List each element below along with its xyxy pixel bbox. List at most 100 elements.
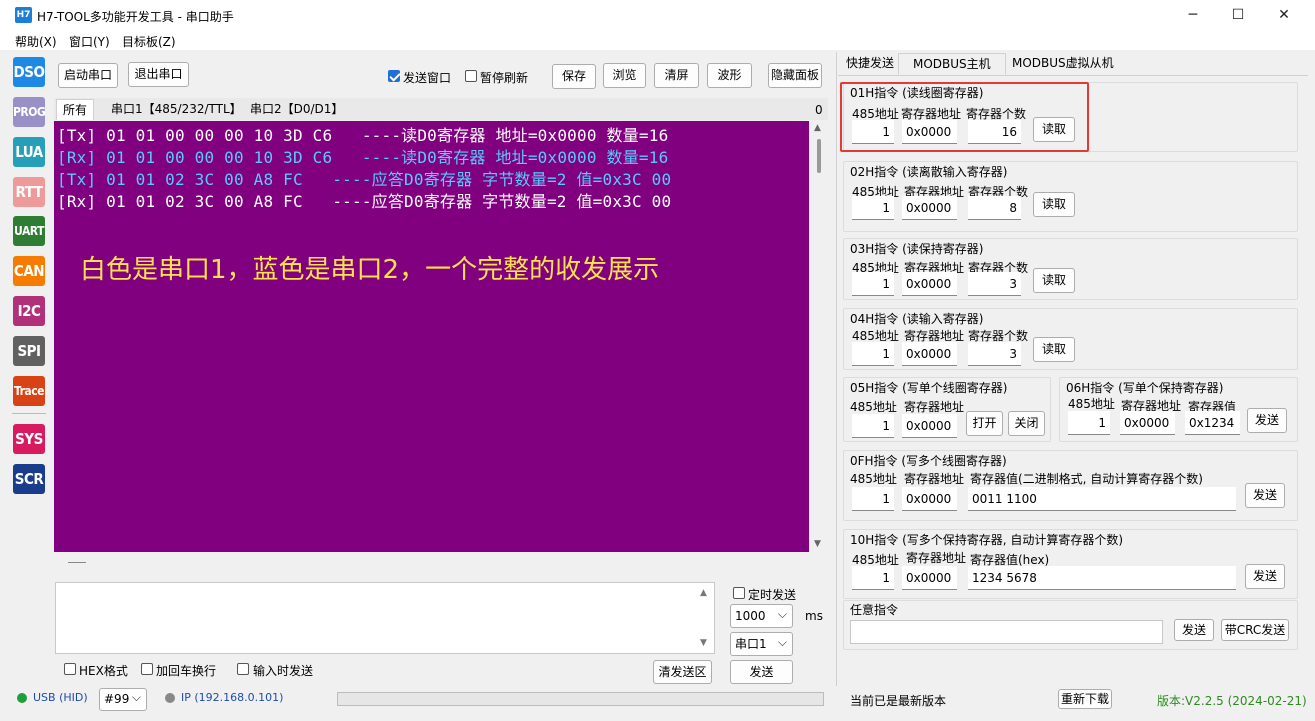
input-10h-reg[interactable]: 0x0000: [902, 566, 957, 590]
tab-port2[interactable]: 串口2【D0/D1】: [244, 99, 349, 120]
tool-uart-button[interactable]: UART: [13, 216, 45, 246]
input-05h-reg[interactable]: 0x0000: [902, 414, 957, 438]
label-reg-addr: 寄存器地址: [904, 472, 965, 486]
menu-window[interactable]: 窗口(Y): [69, 33, 110, 50]
input-06h-addr[interactable]: 1: [1068, 411, 1110, 435]
save-button[interactable]: 保存: [552, 64, 596, 89]
redownload-button[interactable]: 重新下载: [1058, 689, 1112, 709]
clear-screen-button[interactable]: 清屏: [654, 63, 699, 88]
terminal-hscrollbar[interactable]: [54, 552, 828, 572]
progress-bar: [337, 692, 824, 706]
send-button[interactable]: 发送: [730, 660, 793, 684]
tab-modbus-slave[interactable]: MODBUS虚拟从机: [1006, 53, 1120, 75]
terminal-line: [Tx] 01 01 02 3C 00 A8 FC ----应答D0寄存器 字节…: [57, 170, 672, 189]
label-485-addr: 485地址: [850, 400, 897, 414]
terminal-vscrollbar[interactable]: ▲ ▼: [810, 121, 828, 552]
send-any-button[interactable]: 发送: [1174, 619, 1214, 641]
send-10h-button[interactable]: 发送: [1245, 564, 1285, 589]
input-02h-addr[interactable]: 1: [852, 196, 894, 220]
send-on-input-label: 输入时发送: [253, 664, 314, 678]
tool-rtt-button[interactable]: RTT: [13, 177, 45, 207]
minimize-button[interactable]: ─: [1170, 0, 1216, 30]
input-02h-reg[interactable]: 0x0000: [902, 196, 957, 220]
group-05h-title: 05H指令 (写单个线圈寄存器): [850, 381, 1008, 395]
send-window-label: 发送窗口: [403, 71, 452, 85]
tool-sys-button[interactable]: SYS: [13, 424, 45, 454]
tool-scr-button[interactable]: SCR: [13, 464, 45, 494]
input-10h-addr[interactable]: 1: [852, 566, 894, 590]
read-04h-button[interactable]: 读取: [1033, 337, 1075, 362]
interval-select[interactable]: 1000: [730, 603, 793, 628]
input-10h-value[interactable]: 1234 5678: [968, 566, 1236, 590]
browse-button[interactable]: 浏览: [603, 63, 646, 88]
tool-dso-button[interactable]: DSO: [13, 57, 45, 87]
input-any-command[interactable]: [850, 620, 1163, 644]
send-scroll-down-icon[interactable]: ▼: [700, 638, 707, 648]
scroll-down-icon[interactable]: ▼: [814, 539, 821, 549]
tool-i2c-button[interactable]: I2C: [13, 296, 45, 326]
coil-close-button[interactable]: 关闭: [1008, 411, 1045, 436]
scroll-thumb[interactable]: [817, 139, 821, 173]
read-02h-button[interactable]: 读取: [1033, 192, 1075, 217]
highlight-box: [840, 82, 1089, 152]
terminal-output[interactable]: [Tx] 01 01 00 00 00 10 3D C6 ----读D0寄存器 …: [54, 121, 809, 552]
tab-port1[interactable]: 串口1【485/232/TTL】: [105, 99, 248, 120]
send-on-input-checkbox[interactable]: [237, 663, 249, 675]
send-window-checkbox[interactable]: [388, 70, 400, 82]
hex-format-checkbox[interactable]: [64, 663, 76, 675]
device-select[interactable]: #99: [99, 687, 147, 711]
send-0fh-button[interactable]: 发送: [1245, 483, 1285, 508]
tab-quick-send[interactable]: 快捷发送: [840, 53, 900, 75]
menu-target-board[interactable]: 目标板(Z): [122, 33, 176, 50]
stop-port-button[interactable]: 退出串口: [128, 62, 189, 87]
hscroll-thumb[interactable]: [68, 562, 86, 563]
label-0fh-value: 寄存器值(二进制格式, 自动计算寄存器个数): [970, 472, 1203, 486]
maximize-button[interactable]: ☐: [1215, 0, 1261, 30]
pause-refresh-checkbox[interactable]: [465, 70, 477, 82]
crlf-checkbox[interactable]: [141, 663, 153, 675]
input-0fh-reg[interactable]: 0x0000: [902, 487, 957, 511]
tool-can-button[interactable]: CAN: [13, 256, 45, 286]
tab-all[interactable]: 所有: [56, 99, 95, 120]
coil-open-button[interactable]: 打开: [966, 411, 1003, 436]
tool-prog-button[interactable]: PROG: [13, 97, 46, 127]
clear-send-button[interactable]: 清发送区: [653, 660, 712, 684]
scroll-up-icon[interactable]: ▲: [814, 123, 821, 133]
tab-modbus-master[interactable]: MODBUS主机: [898, 53, 1006, 75]
input-04h-count[interactable]: 3: [968, 342, 1021, 366]
menu-help[interactable]: 帮助(X): [15, 33, 57, 50]
app-icon: H7: [15, 7, 32, 23]
port-select[interactable]: 串口1: [730, 631, 793, 656]
input-05h-addr[interactable]: 1: [852, 414, 894, 438]
ip-status-icon: [165, 693, 175, 703]
input-06h-value[interactable]: 0x1234: [1185, 411, 1240, 435]
group-04h-title: 04H指令 (读输入寄存器): [850, 312, 984, 326]
send-scroll-up-icon[interactable]: ▲: [700, 588, 707, 598]
input-06h-reg[interactable]: 0x0000: [1120, 411, 1175, 435]
tool-spi-button[interactable]: SPI: [13, 336, 45, 366]
start-port-button[interactable]: 启动串口: [58, 63, 118, 88]
send-textarea[interactable]: [55, 582, 715, 654]
group-any-title: 任意指令: [850, 603, 899, 617]
input-03h-addr[interactable]: 1: [852, 272, 894, 296]
timed-send-checkbox[interactable]: [733, 587, 745, 599]
tool-trace-button[interactable]: Trace: [13, 376, 45, 406]
input-0fh-value[interactable]: 0011 1100: [968, 487, 1236, 511]
read-03h-button[interactable]: 读取: [1033, 268, 1075, 293]
waveform-button[interactable]: 波形: [707, 63, 752, 88]
hide-panel-button[interactable]: 隐藏面板: [768, 63, 822, 88]
tool-lua-button[interactable]: LUA: [13, 137, 45, 167]
input-03h-reg[interactable]: 0x0000: [902, 272, 957, 296]
send-06h-button[interactable]: 发送: [1247, 408, 1287, 433]
input-0fh-addr[interactable]: 1: [852, 487, 894, 511]
input-02h-count[interactable]: 8: [968, 196, 1021, 220]
menu-bar: [0, 30, 1315, 50]
input-04h-reg[interactable]: 0x0000: [902, 342, 957, 366]
close-button[interactable]: ✕: [1261, 0, 1307, 30]
send-crc-button[interactable]: 带CRC发送: [1221, 619, 1289, 641]
input-03h-count[interactable]: 3: [968, 272, 1021, 296]
annotation-text: 白色是串口1，蓝色是串口2，一个完整的收发展示: [80, 255, 660, 285]
group-06h-title: 06H指令 (写单个保持寄存器): [1066, 381, 1224, 395]
input-04h-addr[interactable]: 1: [852, 342, 894, 366]
panel-divider: [836, 52, 837, 686]
